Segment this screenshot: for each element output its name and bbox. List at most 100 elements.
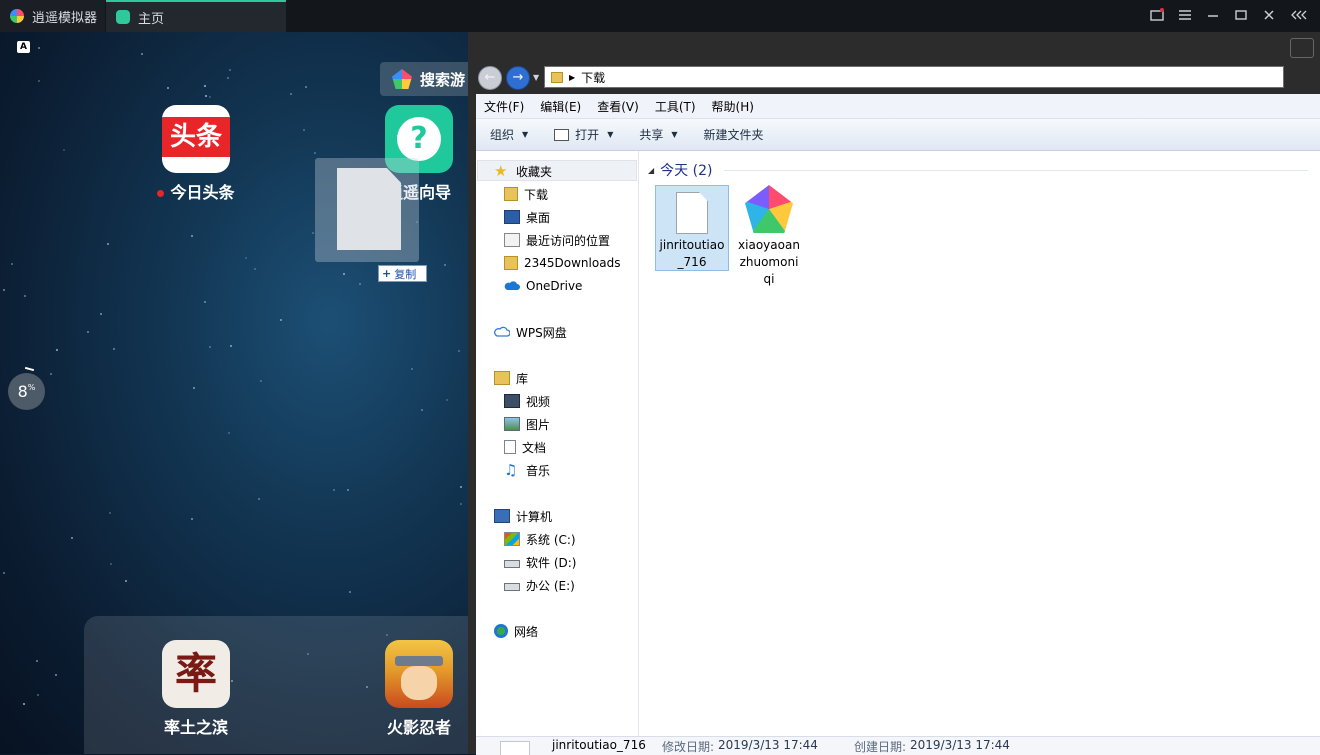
wallpaper-star [312,232,314,234]
nav-favorites[interactable]: ★ 收藏夹 [494,160,552,182]
nav-video[interactable]: 视频 [504,390,550,412]
nav-documents[interactable]: 文档 [504,436,546,458]
wallpaper-star [460,503,462,505]
wallpaper-star [209,346,211,348]
breadcrumb-arrow-icon: ▶ [569,72,576,82]
app-shuaitu[interactable]: 率 率土之滨 [151,640,241,738]
nav-drive-e[interactable]: 办公 (E:) [504,574,575,596]
app-toutiao-label: 今日头条 [170,183,235,202]
open-label: 打开 [575,128,600,142]
corner-badge: A [17,41,30,53]
xiaoyao-installer-icon [745,185,793,233]
history-dropdown-icon[interactable]: ▼ [533,73,539,82]
menu-edit[interactable]: 编辑(E) [532,98,589,115]
naruto-face [401,666,437,700]
app-toutiao[interactable]: 头条 今日头条 [151,105,241,203]
toutiao-icon: 头条 [162,105,230,173]
search-bar[interactable]: 搜索游 [380,62,470,96]
group-header[interactable]: ◢ 今天 (2) [648,161,1308,179]
wallpaper-star [193,387,195,389]
nav-pictures[interactable]: 图片 [504,413,550,435]
app-naruto[interactable]: 火影忍者 [374,640,464,738]
emulator-app-tab[interactable]: 逍遥模拟器 [0,0,105,32]
back-button[interactable]: ← [478,66,502,90]
nav-recent[interactable]: 最近访问的位置 [504,229,610,251]
naruto-headband [395,656,443,666]
music-note-icon: ♫ [504,461,518,479]
progress-value: 8 [17,382,28,401]
wallpaper-star [125,580,127,582]
nav-downloads[interactable]: 下载 [504,183,548,205]
window-close-button[interactable] [1290,38,1314,58]
share-button[interactable]: 共享 ▼ [625,126,689,143]
system-drive-icon [504,532,520,546]
menu-help[interactable]: 帮助(H) [704,98,762,115]
collapse-icon[interactable] [1290,8,1310,24]
nav-library[interactable]: 库 [494,367,528,389]
app-dock: 率 率土之滨 火影忍者 [84,616,470,754]
wallpaper-star [446,399,448,401]
wallpaper-star [3,289,5,291]
minimize-icon[interactable] [1205,8,1221,24]
nav-wps[interactable]: WPS网盘 [494,321,567,343]
toutiao-icon-text: 头条 [162,117,230,157]
details-file-icon [500,741,530,755]
copy-badge-label: 复制 [394,267,417,281]
wallpaper-star [100,313,102,315]
wallpaper-star [460,486,462,488]
folder-icon [504,256,518,270]
wallpaper-star [50,373,52,375]
file-item[interactable]: xiaoyaoan zhuomoni qi [732,185,806,288]
file-name-line: _716 [677,255,707,269]
wallpaper-star [444,264,446,266]
tab-home-label: 主页 [138,11,165,27]
details-pane: jinritoutiao_716 修改日期: 2019/3/13 17:44 创… [476,736,1320,755]
wallpaper-star [254,268,256,270]
menu-view[interactable]: 查看(V) [589,98,647,115]
wallpaper-star [411,368,413,370]
wallpaper-star [359,283,361,285]
menu-icon[interactable] [1177,8,1193,24]
nav-network[interactable]: 网络 [494,620,538,642]
floating-progress-ball[interactable]: 8% [8,366,45,410]
organize-label: 组织 [490,128,515,142]
tab-home[interactable]: 主页 [106,0,286,32]
wallpaper-star [205,95,207,97]
file-name-line: qi [763,272,775,286]
file-name-line: zhuomoni [739,255,799,269]
forward-button[interactable]: → [506,66,530,90]
group-divider [724,169,1308,171]
nav-desktop[interactable]: 桌面 [504,206,550,228]
network-icon [494,624,508,638]
file-item[interactable]: jinritoutiao _716 [655,185,729,271]
nav-documents-label: 文档 [522,440,547,455]
naruto-icon [385,640,453,708]
wallpaper-star [343,273,345,275]
nav-drive-d[interactable]: 软件 (D:) [504,551,576,573]
wallpaper-star [109,512,111,514]
address-bar[interactable]: ▶ 下载 [544,66,1284,88]
nav-music[interactable]: ♫ 音乐 [504,459,550,481]
nav-drive-c[interactable]: 系统 (C:) [504,528,576,550]
new-folder-button[interactable]: 新建文件夹 [690,126,776,143]
nav-recent-label: 最近访问的位置 [526,233,611,248]
nav-2345downloads[interactable]: 2345Downloads [504,252,620,274]
cloud-icon [494,325,511,339]
nav-onedrive[interactable]: OneDrive [504,275,582,297]
nav-downloads-label: 下载 [524,187,549,202]
close-icon[interactable] [1261,8,1277,24]
menu-file[interactable]: 文件(F) [476,98,532,115]
open-button[interactable]: 打开 ▼ [540,126,625,143]
file-name-line: xiaoyaoan [738,238,800,252]
organize-button[interactable]: 组织 ▼ [476,126,540,143]
downloads-folder-icon [504,187,518,201]
wallpaper-star [458,350,460,352]
details-file-name: jinritoutiao_716 [552,738,646,752]
nav-computer[interactable]: 计算机 [494,505,552,527]
maximize-icon[interactable] [1233,8,1249,24]
menu-bar: 文件(F) 编辑(E) 查看(V) 工具(T) 帮助(H) [476,94,1320,119]
wallpaper-star [280,319,282,321]
screenshot-icon[interactable] [1149,8,1165,24]
wallpaper-star [191,235,193,237]
menu-tools[interactable]: 工具(T) [647,98,704,115]
